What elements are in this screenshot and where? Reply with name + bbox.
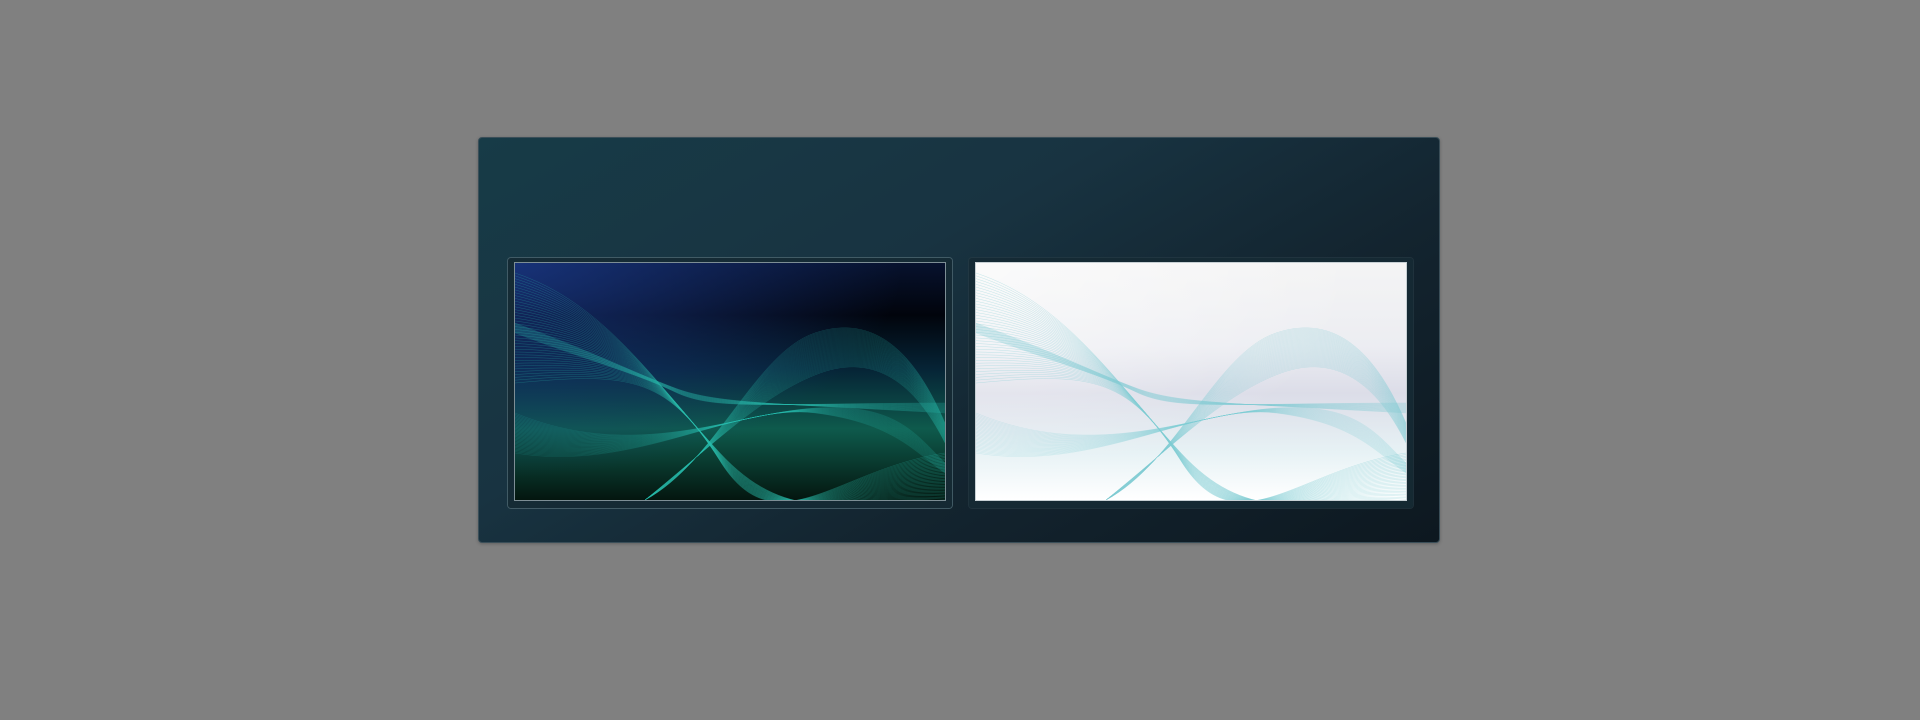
wallpaper-option-light[interactable] xyxy=(969,258,1413,508)
wallpaper-panel xyxy=(478,137,1440,543)
wallpaper-option-dark[interactable] xyxy=(508,258,952,508)
wallpaper-thumbnail-dark xyxy=(514,262,946,501)
wallpaper-thumbnail-light xyxy=(975,262,1407,501)
